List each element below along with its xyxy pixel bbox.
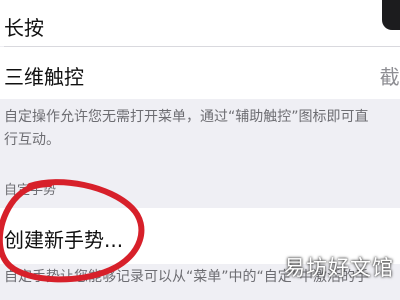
- 3d-touch-row[interactable]: 三维触控 截,: [0, 47, 400, 99]
- 3d-touch-value: 截,: [379, 65, 400, 89]
- custom-gestures-header: 自定手势: [4, 183, 57, 198]
- watermark-text: 易坊好文馆: [284, 256, 394, 280]
- custom-actions-footer-line2: 行互动。: [4, 132, 60, 148]
- 3d-touch-label: 三维触控: [4, 65, 84, 89]
- long-press-label: 长按: [4, 16, 44, 40]
- create-new-gesture-label[interactable]: 创建新手势...: [4, 224, 123, 253]
- long-press-control[interactable]: [382, 0, 400, 30]
- custom-actions-footer-line1: 自定操作允许您无需打开菜单，通过“辅助触控”图标即可直: [4, 109, 369, 125]
- long-press-row[interactable]: 长按: [0, 0, 400, 46]
